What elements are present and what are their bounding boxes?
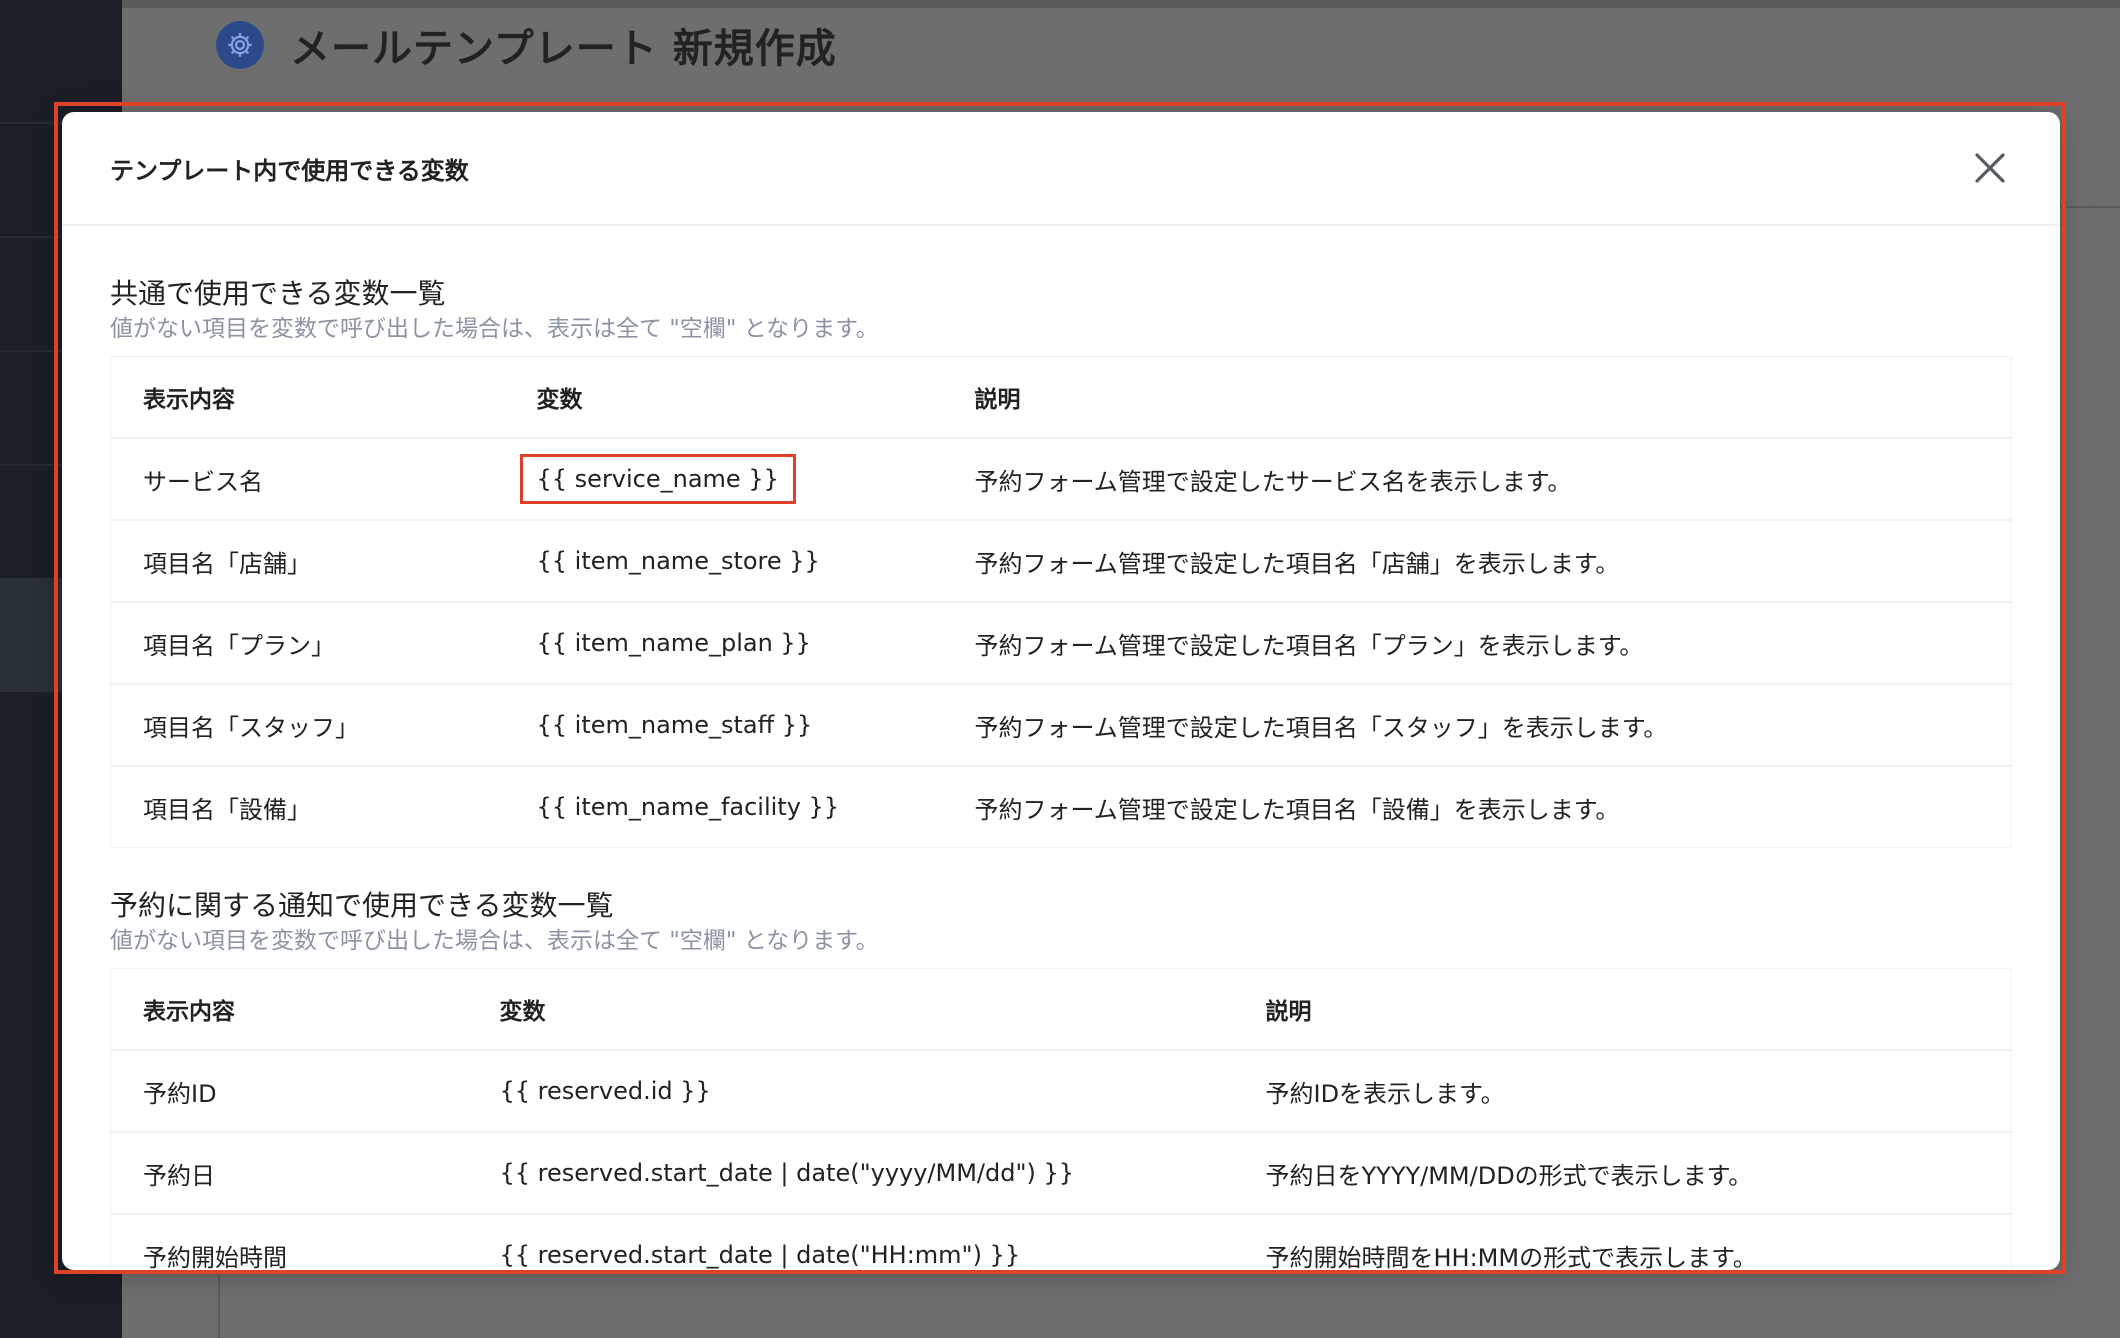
table-row: 項目名「店舗」 {{ item_name_store }} 予約フォーム管理で設… [110,520,2012,603]
column-header-variable: 変数 [504,356,943,439]
row-description: 予約開始時間をHH:MMの形式で表示します。 [1265,1243,1757,1271]
close-button[interactable] [1972,150,2008,186]
column-header-description: 説明 [1233,968,2012,1051]
common-variables-table: 表示内容 変数 説明 サービス名 {{ service_name }} 予約フォ… [110,356,2012,848]
close-icon [1975,153,2005,183]
section-title-common: 共通で使用できる変数一覧 [110,277,446,310]
row-label: 予約開始時間 [143,1243,287,1271]
row-description: 予約日をYYYY/MM/DDの形式で表示します。 [1233,1132,2012,1215]
row-variable: {{ reserved.id }} [467,1050,1234,1133]
bg-divider [2060,206,2120,208]
page-title: メールテンプレート 新規作成 [290,26,837,72]
row-description: 予約IDを表示します。 [1233,1050,2012,1133]
row-variable: {{ reserved.start_date | date("HH:mm") }… [499,1241,1021,1269]
row-label: 項目名「店舗」 [110,520,505,603]
section-note: 値がない項目を変数で呼び出した場合は、表示は全て "空欄" となります。 [110,928,879,954]
section-title-reservation: 予約に関する通知で使用できる変数一覧 [110,889,614,922]
row-description: 予約フォーム管理で設定した項目名「スタッフ」を表示します。 [942,684,2012,767]
row-description: 予約フォーム管理で設定した項目名「設備」を表示します。 [974,795,1620,824]
row-variable: {{ item_name_plan }} [504,602,943,685]
row-label: 項目名「プラン」 [110,602,505,685]
table-row: 予約ID {{ reserved.id }} 予約IDを表示します。 [110,1050,2012,1133]
modal-title: テンプレート内で使用できる変数 [110,156,469,185]
row-variable: {{ item_name_facility }} [536,793,840,821]
modal-header: テンプレート内で使用できる変数 [62,112,2060,226]
bg-divider [218,1272,220,1338]
table-row: 項目名「スタッフ」 {{ item_name_staff }} 予約フォーム管理… [110,684,2012,767]
table-header-row: 表示内容 変数 説明 [110,968,2012,1051]
table-row: 予約日 {{ reserved.start_date | date("yyyy/… [110,1132,2012,1215]
table-row: 予約開始時間 {{ reserved.start_date | date("HH… [111,1214,2012,1270]
gear-icon [216,21,264,69]
row-label: サービス名 [110,438,505,521]
app-topbar [122,0,2120,8]
column-header-description: 説明 [942,356,2012,439]
highlighted-variable: {{ service_name }} [519,454,796,504]
row-description: 予約フォーム管理で設定した項目名「プラン」を表示します。 [942,602,2012,685]
row-variable-cell: {{ service_name }} [504,438,943,521]
modal-body: 共通で使用できる変数一覧 値がない項目を変数で呼び出した場合は、表示は全て "空… [62,276,2060,1270]
column-header-label: 表示内容 [110,968,468,1051]
column-header-label: 表示内容 [110,356,505,439]
row-label: 予約ID [110,1050,468,1133]
row-variable: {{ item_name_staff }} [504,684,943,767]
row-label: 項目名「スタッフ」 [110,684,505,767]
row-label: 予約日 [110,1132,468,1215]
row-description: 予約フォーム管理で設定したサービス名を表示します。 [942,438,2012,521]
table-row: 項目名「設備」 {{ item_name_facility }} 予約フォーム管… [111,766,2012,848]
table-row: 項目名「プラン」 {{ item_name_plan }} 予約フォーム管理で設… [110,602,2012,685]
section-note: 値がない項目を変数で呼び出した場合は、表示は全て "空欄" となります。 [110,316,879,342]
variables-modal: テンプレート内で使用できる変数 共通で使用できる変数一覧 値がない項目を変数で呼… [62,112,2060,1270]
row-description: 予約フォーム管理で設定した項目名「店舗」を表示します。 [942,520,2012,603]
reservation-variables-table: 表示内容 変数 説明 予約ID {{ reserved.id }} 予約IDを表… [110,968,2012,1270]
row-variable: {{ item_name_store }} [504,520,943,603]
table-header-row: 表示内容 変数 説明 [110,356,2012,439]
column-header-variable: 変数 [467,968,1234,1051]
row-variable: {{ reserved.start_date | date("yyyy/MM/d… [467,1132,1234,1215]
table-row: サービス名 {{ service_name }} 予約フォーム管理で設定したサー… [110,438,2012,521]
page-header: メールテンプレート 新規作成 [216,10,837,80]
row-label: 項目名「設備」 [143,795,311,824]
